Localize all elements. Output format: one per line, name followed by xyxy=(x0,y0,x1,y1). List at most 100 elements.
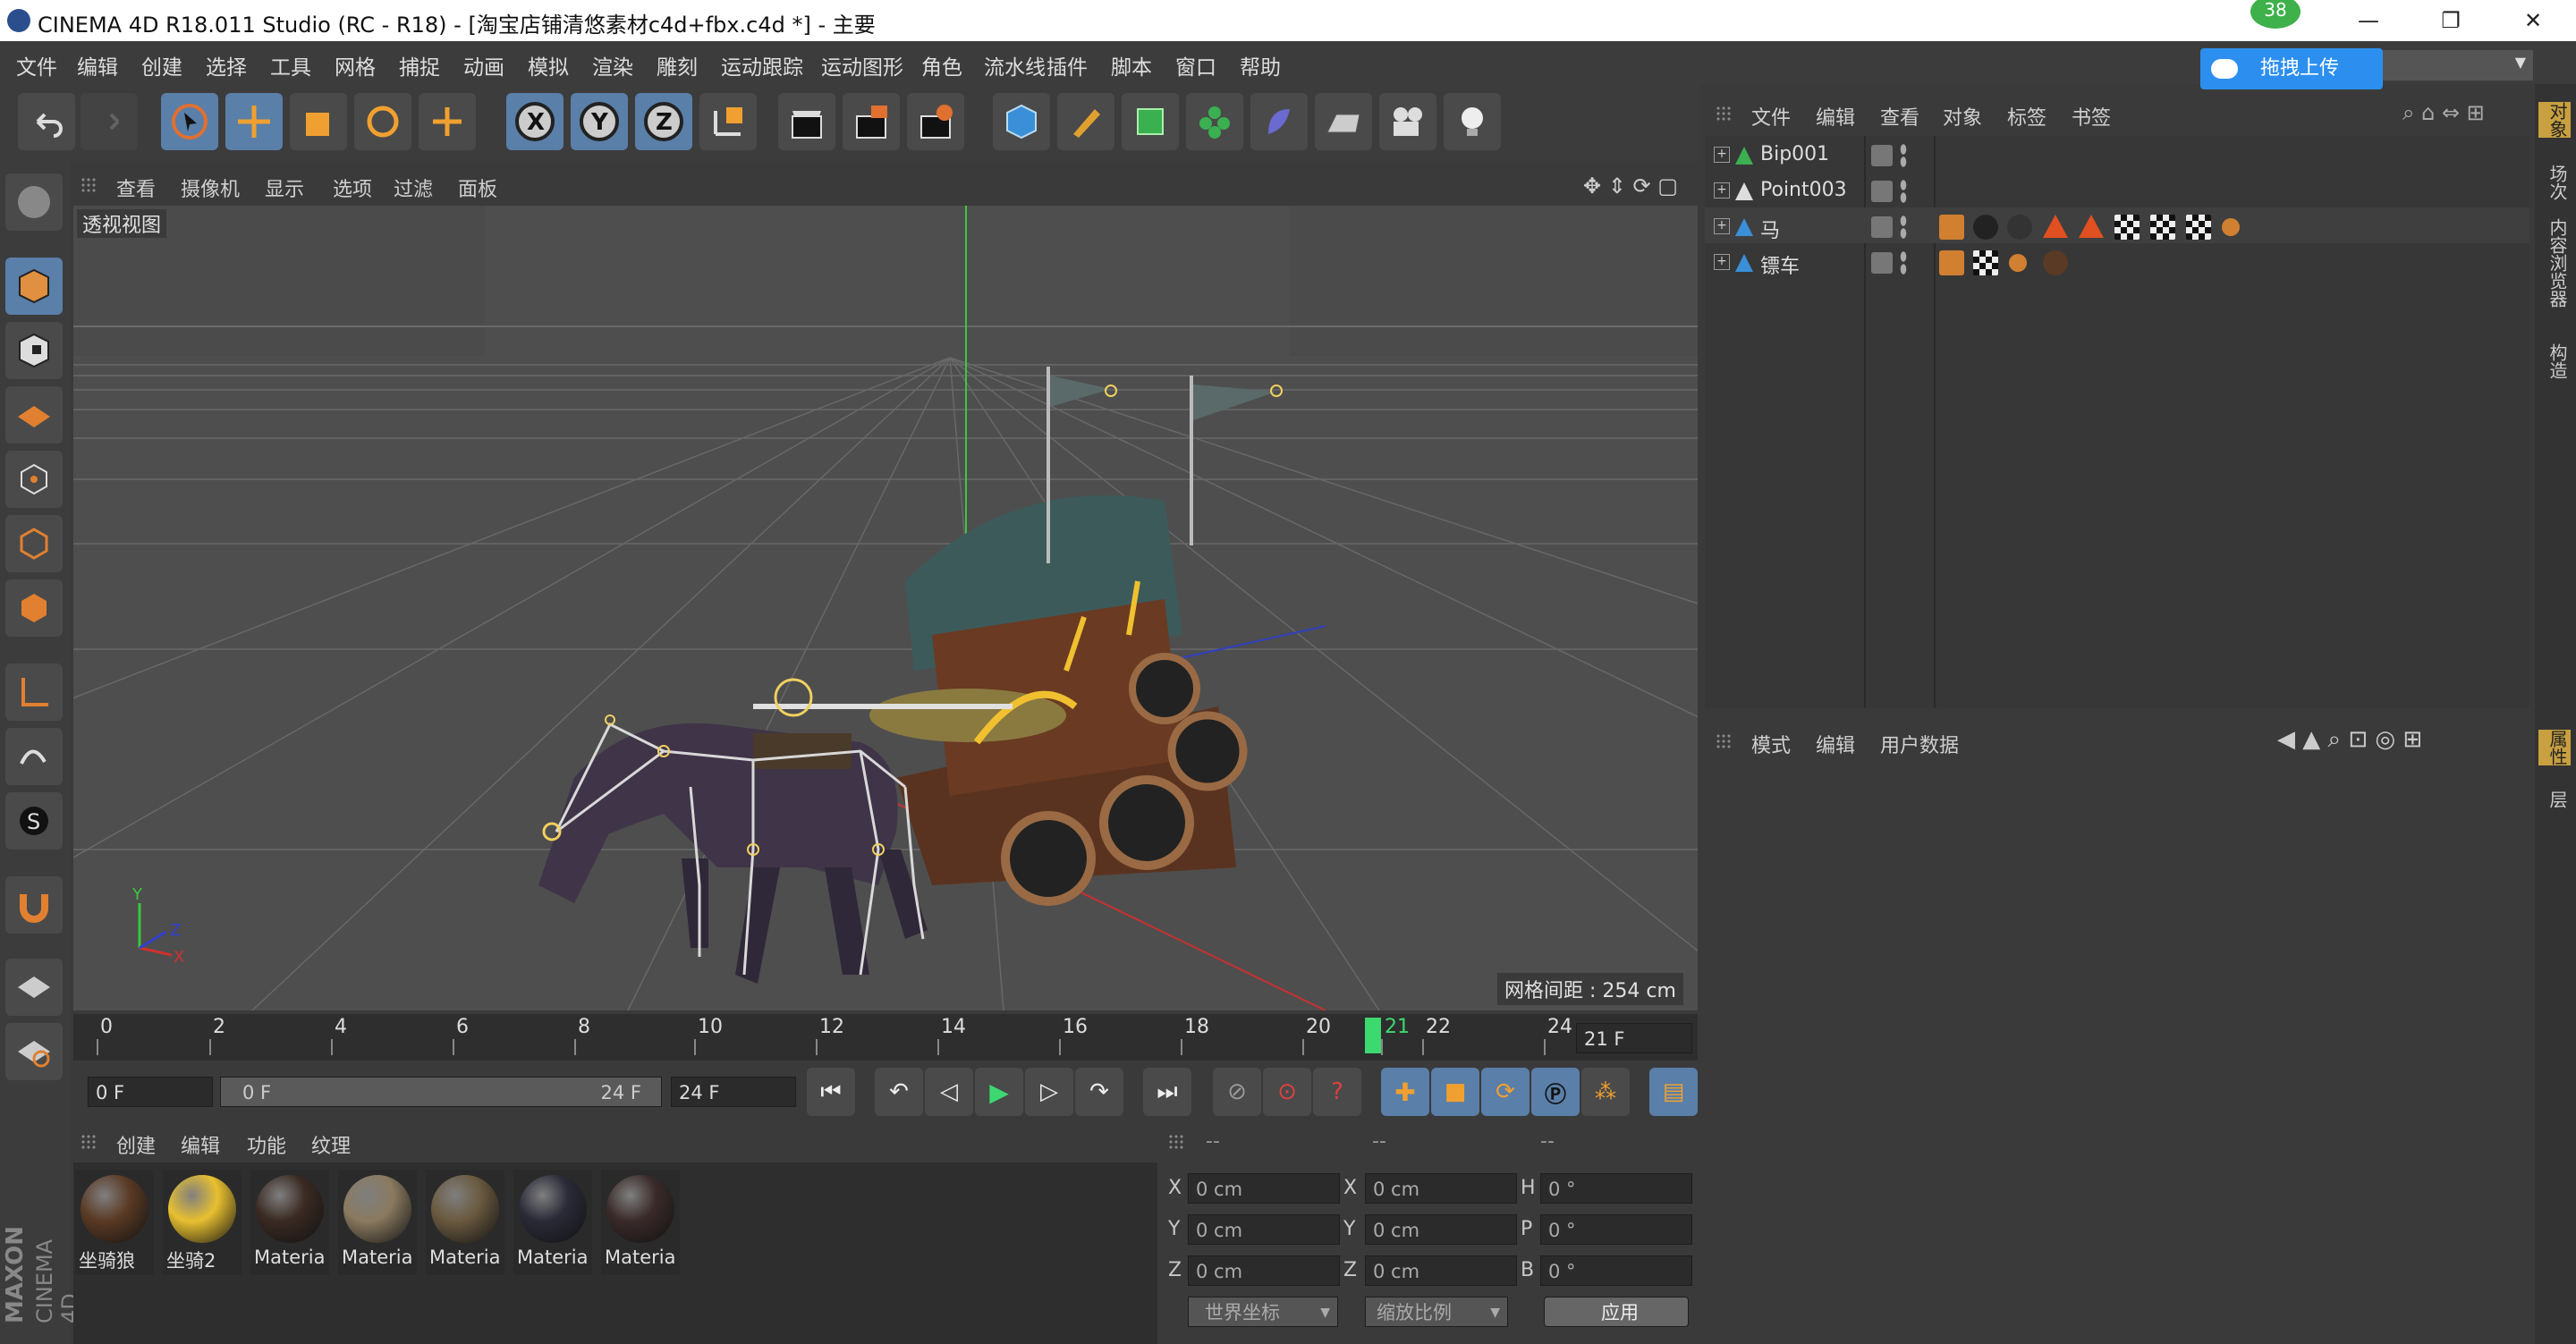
attribute-menu-item[interactable]: 用户数据 xyxy=(1880,730,1959,758)
timeline-window-icon[interactable]: ▤ xyxy=(1649,1068,1698,1116)
upload-button[interactable]: 拖拽上传 xyxy=(2200,48,2383,89)
coord-value-field[interactable]: 0 cm xyxy=(1365,1255,1517,1286)
key-pla-icon[interactable]: ⁂ xyxy=(1581,1068,1630,1116)
coord-value-field[interactable]: 0 cm xyxy=(1365,1214,1517,1245)
coord-value-field[interactable]: 0 ° xyxy=(1540,1214,1692,1245)
layer-visibility-icon[interactable] xyxy=(1871,181,1893,202)
menu-item[interactable]: 模拟 xyxy=(528,50,569,80)
workplane-icon[interactable] xyxy=(5,386,63,444)
coord-value-field[interactable]: 0 cm xyxy=(1188,1255,1340,1286)
redo-button[interactable] xyxy=(80,93,138,150)
timeline-ruler[interactable]: 0 2 4 6 8 10 12 14 16 18 20 21 22 24 21 F xyxy=(73,1014,1698,1061)
menu-item[interactable]: 网格 xyxy=(335,50,376,80)
menu-item[interactable]: 动画 xyxy=(463,50,504,80)
world-coords-dropdown[interactable]: 世界坐标 ▼ xyxy=(1188,1297,1338,1327)
goto-end-icon[interactable]: ⏭ xyxy=(1143,1068,1191,1116)
keyframe-help-icon[interactable]: ? xyxy=(1313,1068,1361,1116)
camera-icon[interactable] xyxy=(1379,93,1436,150)
material-swatch[interactable]: Materia xyxy=(513,1170,592,1275)
light-icon[interactable] xyxy=(1444,93,1501,150)
next-key-icon[interactable]: ↷ xyxy=(1075,1068,1123,1116)
material-swatch[interactable]: 坐骑狼 xyxy=(75,1170,154,1275)
render-picture-viewer-button[interactable] xyxy=(843,93,900,150)
deformer-icon[interactable] xyxy=(1250,93,1308,150)
menu-item[interactable]: 插件 xyxy=(1046,50,1088,80)
side-tab[interactable]: 对象 xyxy=(2538,102,2571,138)
cloner-icon[interactable] xyxy=(1186,93,1243,150)
material-tag-icon[interactable] xyxy=(2007,215,2032,240)
menu-item[interactable]: 雕刻 xyxy=(657,50,698,80)
select-tool-button[interactable] xyxy=(161,93,218,150)
layer-visibility-icon[interactable] xyxy=(1871,216,1893,238)
texture-mode-icon[interactable] xyxy=(5,322,63,379)
object-row[interactable]: + 镖车 xyxy=(1705,245,2529,281)
menu-item[interactable]: 帮助 xyxy=(1240,50,1281,80)
menu-item[interactable]: 捕捉 xyxy=(399,50,440,80)
menu-item[interactable]: 运动图形 xyxy=(821,50,903,80)
points-mode-icon[interactable] xyxy=(5,451,63,508)
edges-mode-icon[interactable] xyxy=(5,515,63,572)
next-frame-icon[interactable]: ▷ xyxy=(1025,1068,1073,1116)
material-swatch[interactable]: Materia xyxy=(601,1170,680,1275)
key-rotation-icon[interactable]: ⟳ xyxy=(1481,1068,1530,1116)
viewport-menu-item[interactable]: 摄像机 xyxy=(181,173,240,202)
pen-spline-icon[interactable] xyxy=(1057,93,1114,150)
menu-item[interactable]: 创建 xyxy=(141,50,182,80)
object-row[interactable]: + Point003 xyxy=(1705,173,2529,209)
menu-item[interactable]: 编辑 xyxy=(77,50,118,80)
object-menu-item[interactable]: 文件 xyxy=(1751,102,1791,131)
material-swatch[interactable]: Materia xyxy=(338,1170,417,1275)
menu-item[interactable]: 工具 xyxy=(270,50,311,80)
material-tag-icon[interactable] xyxy=(2043,250,2068,275)
material-menu-item[interactable]: 功能 xyxy=(247,1130,286,1159)
polygons-mode-icon[interactable] xyxy=(5,579,63,637)
menu-item[interactable]: 选择 xyxy=(206,50,247,80)
attribute-nav-icons[interactable]: ◀ ▲ ⌕ ⊡ ◎ ⊞ xyxy=(2277,726,2422,754)
coordinate-system-button[interactable] xyxy=(699,93,757,150)
expand-icon[interactable]: + xyxy=(1714,147,1730,163)
material-tag-icon[interactable] xyxy=(1973,215,1998,240)
side-tab[interactable]: 构造 xyxy=(2538,343,2571,379)
menu-item[interactable]: 流水线 xyxy=(984,50,1046,80)
notification-badge[interactable]: 38 xyxy=(2250,0,2301,29)
cube-icon[interactable] xyxy=(993,93,1050,150)
viewport-menu-item[interactable]: 选项 xyxy=(333,173,372,202)
render-view-button[interactable] xyxy=(778,93,835,150)
workplane-rotate-icon[interactable] xyxy=(5,1023,63,1080)
material-menu-item[interactable]: 创建 xyxy=(116,1130,156,1159)
undo-button[interactable] xyxy=(18,93,75,150)
tweak-mode-icon[interactable] xyxy=(5,728,63,785)
x-axis-button[interactable]: X xyxy=(506,93,564,150)
uvw-tag-icon[interactable] xyxy=(2186,215,2211,240)
current-frame-field[interactable]: 21 F xyxy=(1576,1023,1692,1053)
subdivision-surface-icon[interactable] xyxy=(1122,93,1179,150)
menu-item[interactable]: 窗口 xyxy=(1175,50,1216,80)
end-frame-field[interactable]: 24 F xyxy=(671,1077,796,1107)
coord-value-field[interactable]: 0 ° xyxy=(1540,1173,1692,1204)
key-scale-icon[interactable]: ■ xyxy=(1431,1068,1479,1116)
expand-icon[interactable]: + xyxy=(1714,218,1730,234)
start-frame-field[interactable]: 0 F xyxy=(88,1077,213,1107)
expand-icon[interactable]: + xyxy=(1714,182,1730,199)
z-axis-button[interactable]: Z xyxy=(635,93,692,150)
uvw-tag-icon[interactable] xyxy=(2150,215,2175,240)
move-tool-button[interactable] xyxy=(225,93,283,150)
texture-tag-icon[interactable] xyxy=(1939,215,1964,240)
key-parameter-icon[interactable]: Ⓟ xyxy=(1531,1068,1580,1116)
viewport-nav-icons[interactable]: ✥ ⇕ ⟳ ▢ xyxy=(1583,173,1678,199)
restore-button[interactable]: ❐ xyxy=(2415,0,2487,41)
frame-range-slider[interactable]: 0 F 24 F xyxy=(220,1077,662,1107)
scale-tool-button[interactable] xyxy=(290,93,347,150)
coord-value-field[interactable]: 0 cm xyxy=(1188,1214,1340,1245)
object-menu-item[interactable]: 标签 xyxy=(2007,102,2046,131)
y-axis-button[interactable]: Y xyxy=(571,93,628,150)
menu-item[interactable]: 渲染 xyxy=(592,50,633,80)
side-tab[interactable]: 场次 xyxy=(2538,165,2571,200)
menu-item[interactable]: 脚本 xyxy=(1111,50,1152,80)
layout-dropdown[interactable]: ▼ xyxy=(2383,50,2533,80)
menu-item[interactable]: 角色 xyxy=(921,50,962,80)
goto-start-icon[interactable]: ⏮ xyxy=(807,1068,855,1116)
key-position-icon[interactable]: ✚ xyxy=(1381,1068,1429,1116)
object-menu-item[interactable]: 书签 xyxy=(2072,102,2111,131)
viewport-menu-item[interactable]: 查看 xyxy=(116,173,156,202)
